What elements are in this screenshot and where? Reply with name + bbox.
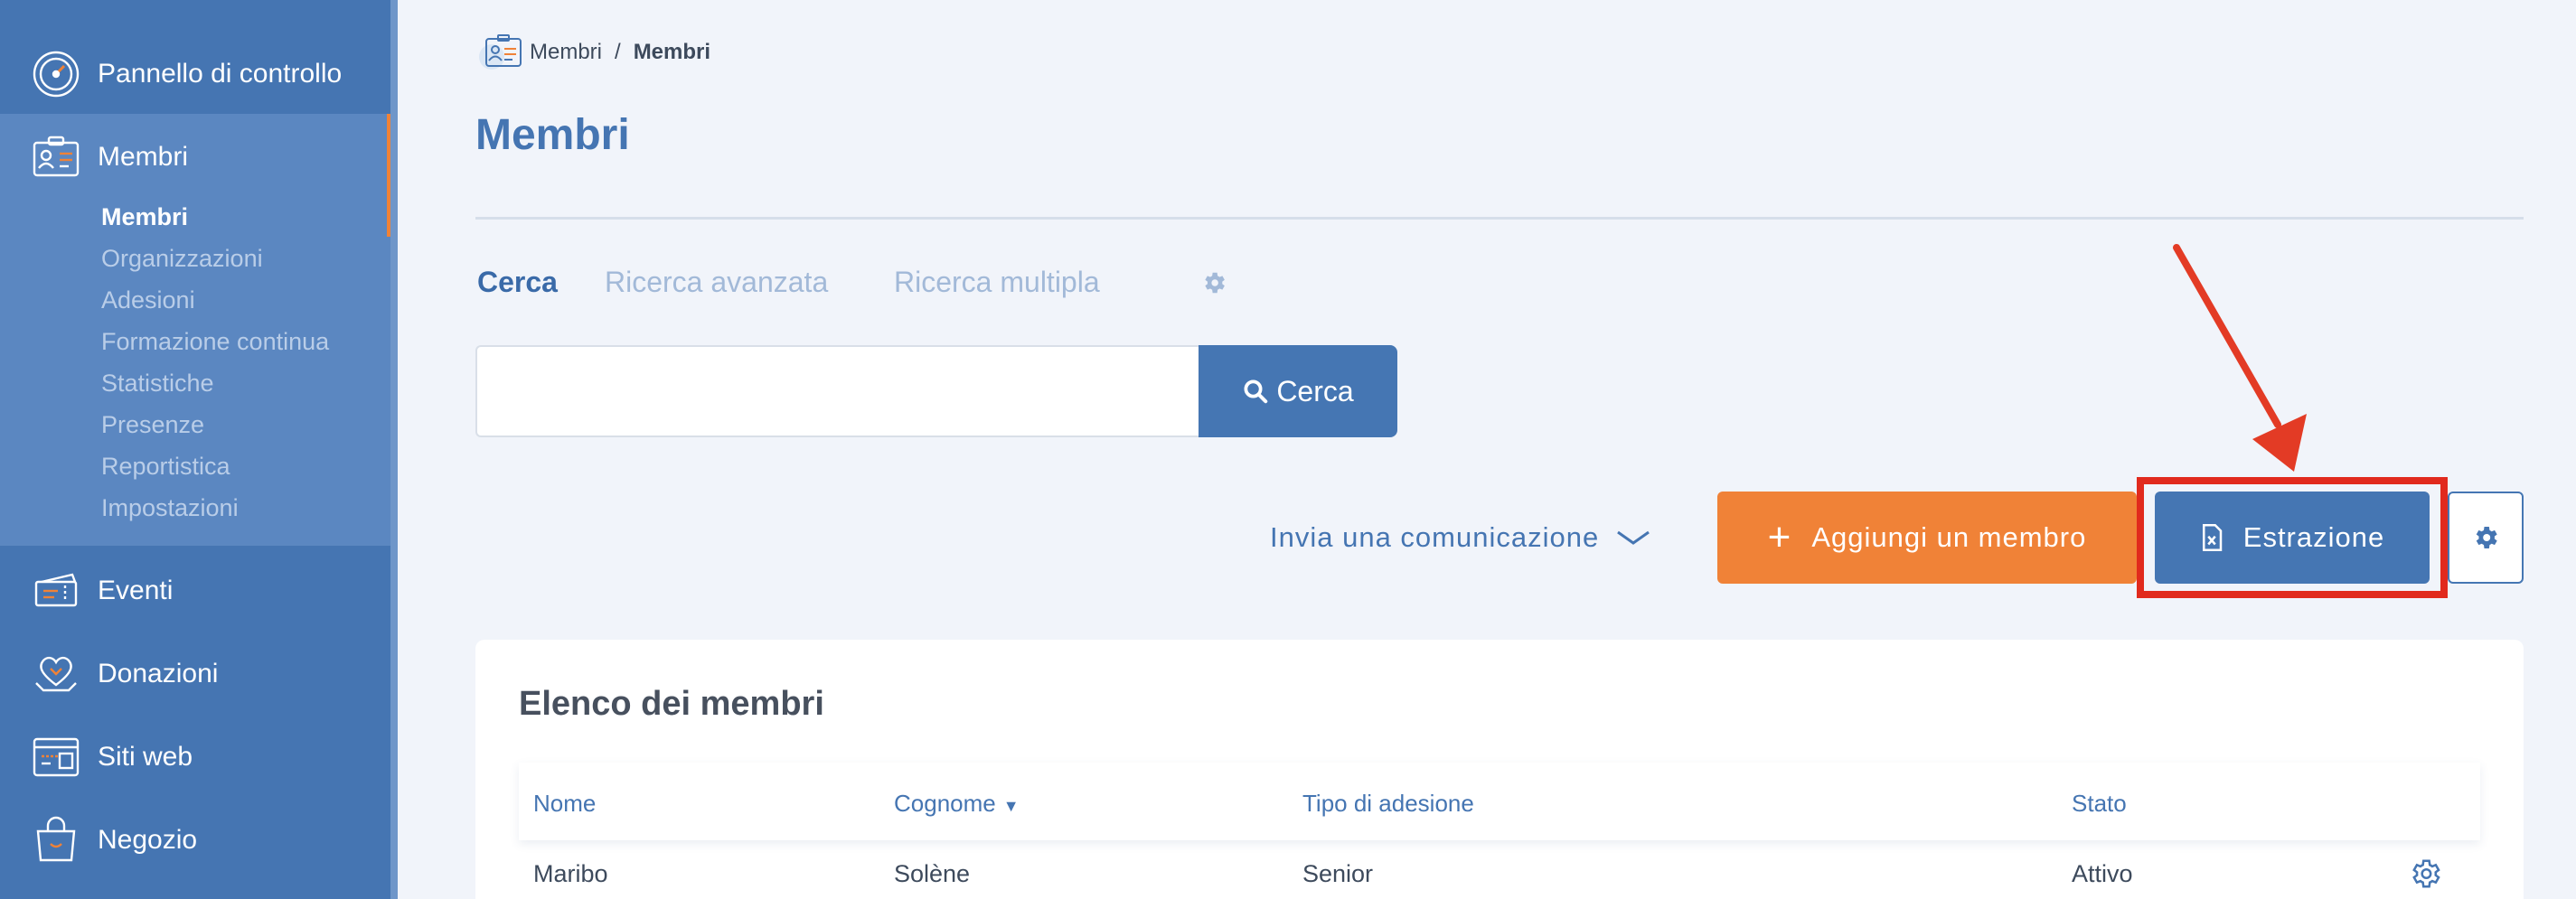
sidebar-item-donations[interactable]: Donazioni: [0, 632, 390, 716]
table-header: Nome Cognome ▼ Tipo di adesione Stato: [519, 763, 2480, 840]
submenu-item-members[interactable]: Membri: [101, 199, 188, 235]
tab-advanced-search[interactable]: Ricerca avanzata: [605, 266, 828, 299]
tab-search[interactable]: Cerca: [477, 266, 558, 299]
send-communication-dropdown[interactable]: Invia una comunicazione: [1270, 515, 1651, 560]
search-icon: [1244, 379, 1268, 404]
plus-icon: +: [1767, 515, 1792, 559]
sidebar-item-label: Membri: [98, 142, 189, 172]
submenu-item-attendance[interactable]: Presenze: [101, 407, 204, 443]
member-card-icon: [479, 34, 522, 70]
tab-multiple-search[interactable]: Ricerca multipla: [894, 266, 1100, 299]
cell-membership-type: Senior: [1302, 860, 1374, 887]
sidebar-item-events[interactable]: Eventi: [0, 549, 390, 632]
column-header-name[interactable]: Nome: [533, 790, 596, 818]
table-row[interactable]: Maribo Solène Senior Attivo: [519, 844, 2480, 899]
member-list-card: Elenco dei membri Nome Cognome ▼ Tipo di …: [475, 640, 2524, 899]
cell-status: Attivo: [2072, 860, 2133, 887]
shopping-bag-icon: [29, 813, 83, 867]
website-icon: [29, 730, 83, 784]
page-title: Membri: [475, 111, 630, 159]
search-button-label: Cerca: [1276, 374, 1354, 407]
export-button[interactable]: Estrazione: [2155, 492, 2430, 584]
search-input[interactable]: [475, 345, 1200, 437]
breadcrumb: Membri / Membri: [475, 31, 710, 74]
event-tickets-icon: [29, 564, 83, 618]
sidebar-item-shop[interactable]: Negozio: [0, 799, 390, 882]
sidebar-edge: [390, 0, 398, 899]
sidebar-item-label: Siti web: [98, 742, 193, 772]
gear-icon: [2476, 527, 2497, 548]
breadcrumb-parent-link[interactable]: Membri: [530, 40, 602, 65]
add-member-button[interactable]: + Aggiungi un membro: [1717, 492, 2137, 584]
sidebar-item-dashboard[interactable]: Pannello di controllo: [0, 33, 390, 116]
cell-name: Maribo: [533, 860, 608, 887]
send-communication-label: Invia una comunicazione: [1270, 521, 1600, 553]
donation-heart-icon: [29, 647, 83, 701]
dashboard-gauge-icon: [29, 47, 83, 101]
member-card-icon: [29, 130, 83, 184]
add-member-label: Aggiungi un membro: [1811, 521, 2087, 553]
submenu-item-statistics[interactable]: Statistiche: [101, 365, 214, 401]
excel-file-icon: [2202, 524, 2223, 551]
column-header-surname[interactable]: Cognome ▼: [894, 790, 1020, 818]
cell-surname: Solène: [894, 860, 971, 887]
sidebar-item-label: Donazioni: [98, 659, 219, 688]
column-header-label: Cognome: [894, 790, 996, 817]
search-button[interactable]: Cerca: [1199, 345, 1397, 437]
sidebar: Pannello di controllo Membri Membri Orga…: [0, 0, 398, 899]
export-label: Estrazione: [2242, 521, 2385, 553]
submenu-item-reporting[interactable]: Reportistica: [101, 448, 230, 484]
breadcrumb-current: Membri: [633, 40, 711, 64]
sidebar-item-label: Eventi: [98, 576, 174, 605]
chevron-down-icon: [1617, 530, 1650, 545]
sidebar-item-members[interactable]: Membri: [0, 116, 390, 199]
sort-caret-down-icon: ▼: [1002, 797, 1020, 815]
column-header-status[interactable]: Stato: [2072, 790, 2127, 818]
column-header-membership-type[interactable]: Tipo di adesione: [1302, 790, 1474, 818]
list-settings-button[interactable]: [2448, 492, 2524, 584]
sidebar-item-label: Pannello di controllo: [98, 59, 343, 89]
member-list-title: Elenco dei membri: [519, 685, 824, 723]
submenu-item-memberships[interactable]: Adesioni: [101, 282, 195, 318]
search-settings-gear-icon[interactable]: [1200, 269, 1227, 296]
breadcrumb-separator: /: [615, 40, 621, 64]
submenu-item-continuing-education[interactable]: Formazione continua: [101, 323, 329, 360]
row-settings-gear-icon[interactable]: [2408, 857, 2442, 891]
submenu-item-settings[interactable]: Impostazioni: [101, 490, 239, 526]
sidebar-item-label: Negozio: [98, 825, 198, 855]
submenu-item-organizations[interactable]: Organizzazioni: [101, 240, 263, 276]
annotation-arrow-icon: [2173, 244, 2307, 472]
sidebar-item-websites[interactable]: Siti web: [0, 716, 390, 799]
title-divider: [475, 217, 2524, 220]
